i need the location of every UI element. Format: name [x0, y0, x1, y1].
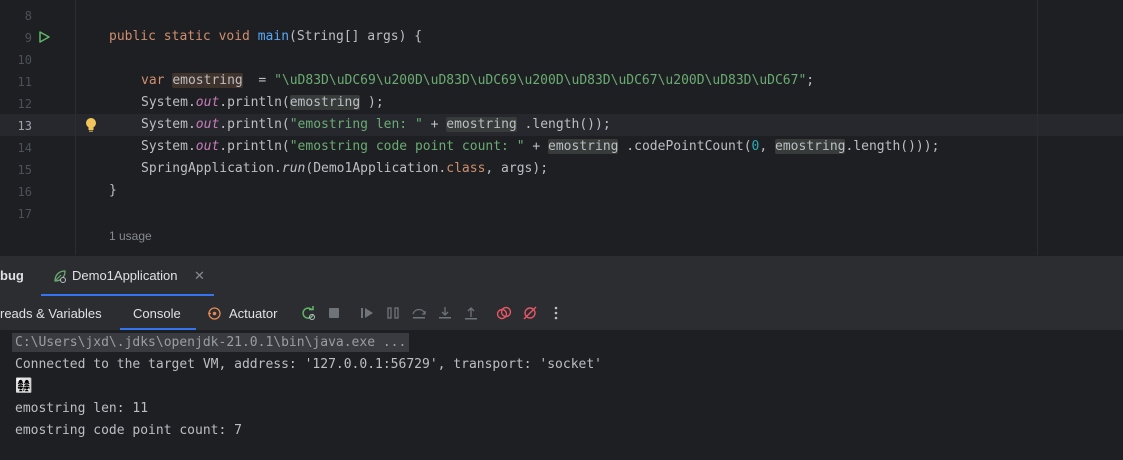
- string-literal: "\uD83D\uDC69\u200D\uD83D\uDC69\u200D\uD…: [274, 73, 807, 88]
- resume-icon[interactable]: [359, 305, 375, 321]
- class-ref: System.: [141, 95, 196, 110]
- tab-actuator[interactable]: Actuator: [207, 296, 287, 330]
- gutter-divider: [75, 0, 76, 255]
- variable: emostring: [775, 139, 846, 154]
- line-number: 17: [17, 207, 32, 221]
- lightbulb-icon[interactable]: [84, 117, 98, 133]
- variable: emostring: [446, 117, 517, 132]
- method-call: .length());: [516, 117, 611, 132]
- string-literal: "emostring len: ": [289, 117, 423, 132]
- run-icon[interactable]: [37, 30, 51, 44]
- stop-icon[interactable]: [326, 305, 342, 321]
- variable: emostring: [172, 73, 243, 88]
- emoji-output: 👩‍👩‍👧‍👧: [15, 378, 33, 394]
- actuator-icon: [208, 307, 221, 320]
- operator: +: [524, 139, 549, 154]
- tab-console[interactable]: Console: [120, 296, 196, 330]
- line-number: 9: [24, 31, 32, 45]
- punct: ,: [759, 139, 776, 154]
- static-method: run: [281, 161, 306, 176]
- session-tab-demo1application[interactable]: Demo1Application ✕: [41, 256, 214, 297]
- code-line-var-decl[interactable]: var emostring = "\uD83D\uDC69\u200D\uD83…: [141, 70, 814, 92]
- tab-threads-variables[interactable]: reads & Variables: [0, 306, 102, 321]
- method-name: main: [257, 29, 290, 44]
- method-call: .println(: [219, 117, 290, 132]
- semicolon: ;: [806, 73, 815, 88]
- spring-leaf-icon: [54, 270, 66, 283]
- tab-actuator-label: Actuator: [229, 306, 278, 321]
- method-call: .println(: [219, 95, 290, 110]
- class-ref: System.: [141, 117, 196, 132]
- tab-console-label: Console: [133, 306, 181, 321]
- panel-title: bug: [0, 268, 24, 283]
- session-tab-label: Demo1Application: [72, 268, 178, 283]
- code-line-spring-run[interactable]: SpringApplication.run(Demo1Application.c…: [141, 158, 548, 180]
- keyword: var: [141, 73, 173, 88]
- method-call: .length()));: [845, 139, 940, 154]
- code-line-println-2[interactable]: System.out.println("emostring len: " + e…: [141, 114, 611, 136]
- console-output[interactable]: C:\Users\jxd\.jdks\openjdk-21.0.1\bin\ja…: [0, 331, 1123, 460]
- class-ref: (Demo1Application.: [305, 161, 447, 176]
- console-line: emostring code point count: 7: [15, 423, 242, 438]
- operator: +: [422, 117, 447, 132]
- variable: emostring: [548, 139, 619, 154]
- step-into-icon[interactable]: [437, 305, 453, 321]
- params: (String[] args) {: [289, 29, 423, 44]
- line-number: 15: [17, 163, 32, 177]
- debug-panel-header: bug Demo1Application ✕: [0, 255, 1123, 297]
- class-ref: System.: [141, 139, 196, 154]
- method-call: .println(: [219, 139, 290, 154]
- keyword: class: [446, 161, 486, 176]
- static-field: out: [195, 139, 220, 154]
- punct: , args);: [485, 161, 549, 176]
- line-number: 13: [17, 119, 32, 133]
- console-line: Connected to the target VM, address: '12…: [15, 357, 602, 372]
- variable: emostring: [289, 95, 361, 110]
- mute-breakpoints-icon[interactable]: [522, 305, 538, 321]
- view-breakpoints-icon[interactable]: [496, 305, 512, 321]
- static-field: out: [195, 117, 220, 132]
- active-tab-indicator: [120, 328, 196, 330]
- rerun-icon[interactable]: [300, 305, 316, 321]
- operator: =: [242, 73, 275, 88]
- code-line-println-3[interactable]: System.out.println("emostring code point…: [141, 136, 939, 158]
- code-line-main-signature[interactable]: public static void main(String[] args) {: [109, 26, 422, 48]
- pause-icon[interactable]: [385, 305, 401, 321]
- step-out-icon[interactable]: [463, 305, 479, 321]
- right-margin-guide: [1037, 0, 1038, 255]
- line-number: 10: [17, 53, 32, 67]
- step-over-icon[interactable]: [411, 305, 427, 321]
- line-number: 14: [17, 141, 32, 155]
- line-number: 11: [17, 75, 32, 89]
- code-line-println-1[interactable]: System.out.println(emostring );: [141, 92, 384, 114]
- more-options-icon[interactable]: [548, 305, 564, 321]
- line-number: 12: [17, 97, 32, 111]
- line-number: 16: [17, 185, 32, 199]
- close-icon[interactable]: ✕: [194, 268, 205, 284]
- command-line[interactable]: C:\Users\jxd\.jdks\openjdk-21.0.1\bin\ja…: [12, 333, 410, 352]
- class-ref: SpringApplication.: [141, 161, 282, 176]
- static-field: out: [195, 95, 220, 110]
- keyword: public static void: [109, 29, 258, 44]
- method-call: .codePointCount(: [618, 139, 752, 154]
- punct: );: [360, 95, 384, 110]
- string-literal: "emostring code point count: ": [289, 139, 525, 154]
- code-line-close-brace[interactable]: }: [109, 180, 117, 202]
- code-editor[interactable]: 8 9 10 11 12 13 14 15 16 17 public stati…: [0, 0, 1123, 255]
- usage-hint[interactable]: 1 usage: [109, 229, 152, 243]
- line-number: 8: [24, 9, 32, 23]
- console-line: emostring len: 11: [15, 401, 149, 416]
